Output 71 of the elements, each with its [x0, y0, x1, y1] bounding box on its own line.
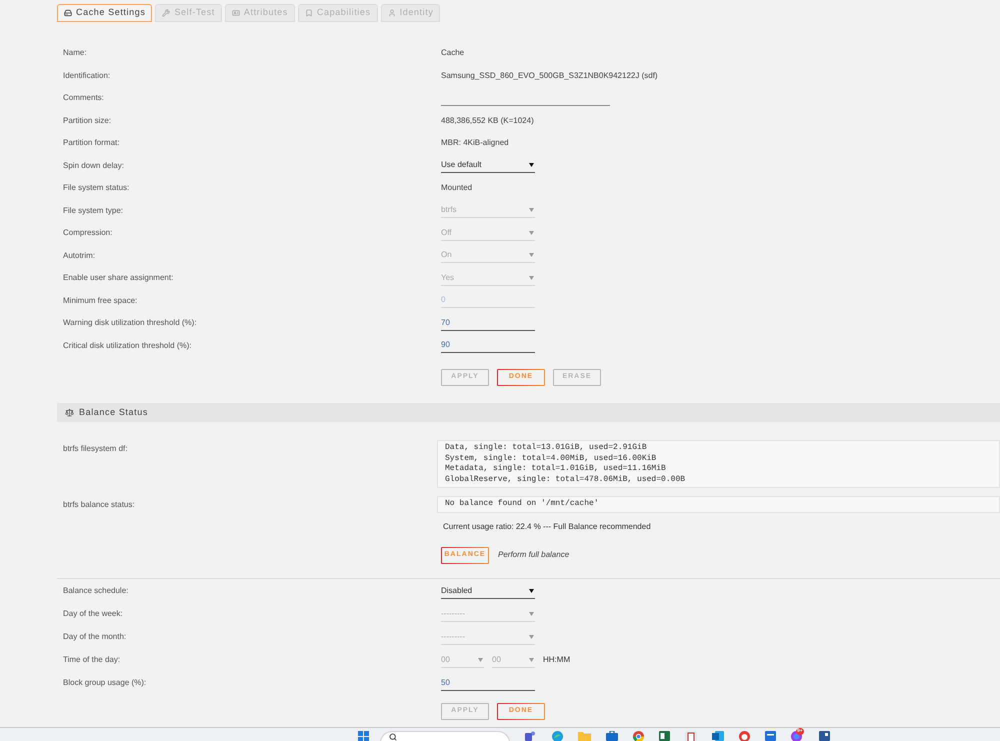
briefcase-icon[interactable] — [606, 731, 618, 741]
caret-icon — [529, 588, 534, 592]
hint-text: Perform full balance — [498, 549, 570, 561]
wrench-icon — [162, 9, 170, 17]
tab[interactable]: Attributes — [224, 4, 295, 22]
round-tile-icon[interactable] — [739, 731, 750, 741]
field-label: Autotrim: — [63, 250, 96, 262]
field-label: btrfs filesystem df: — [63, 443, 128, 455]
field-label: Day of the week: — [63, 608, 124, 620]
tab[interactable]: Capabilities — [298, 4, 378, 22]
caret-icon — [529, 634, 534, 638]
field-value: Cache — [441, 47, 464, 60]
usage-note: Current usage ratio: 22.4 % --- Full Balance recommended — [443, 520, 651, 532]
caret-icon — [529, 230, 534, 235]
field-label: Block group usage (%): — [63, 677, 148, 689]
field-value: Samsung_SSD_860_EVO_500GB_S3Z1NB0K942122J (sdf) — [441, 70, 658, 82]
field-label: Partition format: — [63, 137, 120, 150]
field-label: Warning disk utilization threshold (%): — [63, 317, 198, 330]
ring-icon[interactable] — [633, 731, 644, 741]
field-label: Critical disk utilization threshold (%): — [63, 340, 192, 352]
tab[interactable]: Identity — [380, 4, 440, 22]
command-output: No balance found on '/mnt/cache' — [437, 496, 1000, 512]
scale-icon — [65, 408, 74, 417]
field-label: Minimum free space: — [63, 294, 138, 307]
tile-icon[interactable] — [819, 731, 830, 741]
caret-icon — [478, 658, 483, 662]
id-card-icon — [232, 9, 240, 17]
field-label: File system type: — [63, 204, 124, 217]
field-value: MBR: 4KiB-aligned — [441, 137, 509, 150]
document-icon[interactable] — [685, 731, 697, 741]
field-value: 488,386,552 KB (K=1024) — [441, 114, 534, 127]
field-label: Partition size: — [63, 114, 112, 127]
command-output: Data, single: total=13.01GiB, used=2.91GiB System, single: total=4.00MiB, used=16.00KiB Metadata, single: total=1.01GiB, used=11.16MiB GlobalReserve, single: total=478.06MiB, used=0.00B — [437, 440, 1000, 488]
caret-icon — [529, 253, 534, 258]
field-value: Mounted — [441, 182, 472, 194]
field-label: Time of the day: — [63, 654, 122, 666]
user-icon — [388, 9, 396, 17]
number-field[interactable]: 50 — [441, 676, 535, 690]
search-icon — [389, 733, 397, 741]
field-label: Day of the month: — [63, 631, 128, 643]
field-label: Enable user share assignment: — [63, 272, 174, 284]
select-field[interactable]: Disabled — [441, 584, 535, 598]
tab[interactable]: Self-Test — [155, 4, 222, 22]
caret-icon — [529, 163, 534, 168]
caret-icon — [529, 658, 534, 662]
field-label: Identification: — [63, 70, 112, 82]
number-field[interactable]: 90 — [441, 338, 535, 354]
field-label: Balance schedule: — [63, 585, 130, 597]
tab[interactable]: Cache Settings — [57, 4, 152, 22]
mail-icon[interactable] — [712, 731, 724, 741]
field-label: Name: — [63, 47, 88, 60]
field-label: Spin down delay: — [63, 160, 125, 172]
field-label: Compression: — [63, 227, 114, 240]
select-field[interactable]: Use default — [441, 158, 535, 174]
taskbar-search-field[interactable] — [380, 731, 510, 741]
people-icon[interactable] — [525, 731, 537, 741]
time-format-label: HH:MM — [543, 654, 570, 666]
window-icon[interactable] — [765, 731, 776, 741]
windows-grid-icon[interactable] — [358, 731, 369, 741]
caret-icon — [529, 208, 534, 212]
spreadsheet-icon[interactable] — [659, 731, 670, 741]
drive-icon — [64, 9, 72, 17]
field-label: Comments: — [63, 92, 105, 104]
field-label: btrfs balance status: — [63, 499, 136, 511]
number-field[interactable]: 70 — [441, 316, 535, 331]
caret-icon — [529, 276, 534, 280]
bookmark-icon — [304, 9, 313, 17]
caret-icon — [529, 612, 534, 616]
field-label: File system status: — [63, 182, 130, 194]
section-title: Balance Status — [79, 406, 148, 419]
swirl-icon[interactable] — [552, 731, 563, 741]
